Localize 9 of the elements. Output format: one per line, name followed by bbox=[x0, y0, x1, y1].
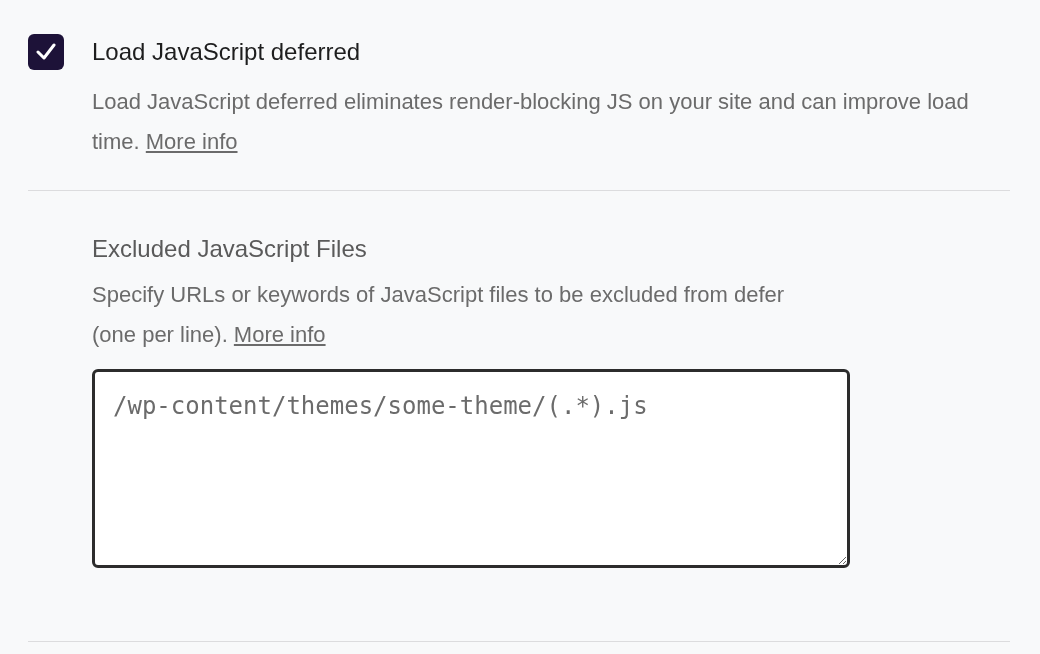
option-label: Load JavaScript deferred bbox=[92, 37, 362, 67]
checkmark-icon bbox=[36, 43, 56, 61]
more-info-link[interactable]: More info bbox=[145, 129, 238, 154]
checkbox[interactable] bbox=[28, 34, 64, 70]
option-description: Load JavaScript deferred eliminates render-blocking JS on your site and can improve load time. More info bbox=[92, 88, 970, 156]
excluded-files-field[interactable]: /wp-content/themes/some-theme/(.*).js bbox=[92, 369, 850, 568]
section-description: Specify URLs or keywords of JavaScript files to be excluded from defer (one per line). More info bbox=[92, 281, 786, 349]
section-heading: Excluded JavaScript Files bbox=[92, 234, 368, 264]
more-info-link[interactable]: More info bbox=[233, 322, 326, 347]
